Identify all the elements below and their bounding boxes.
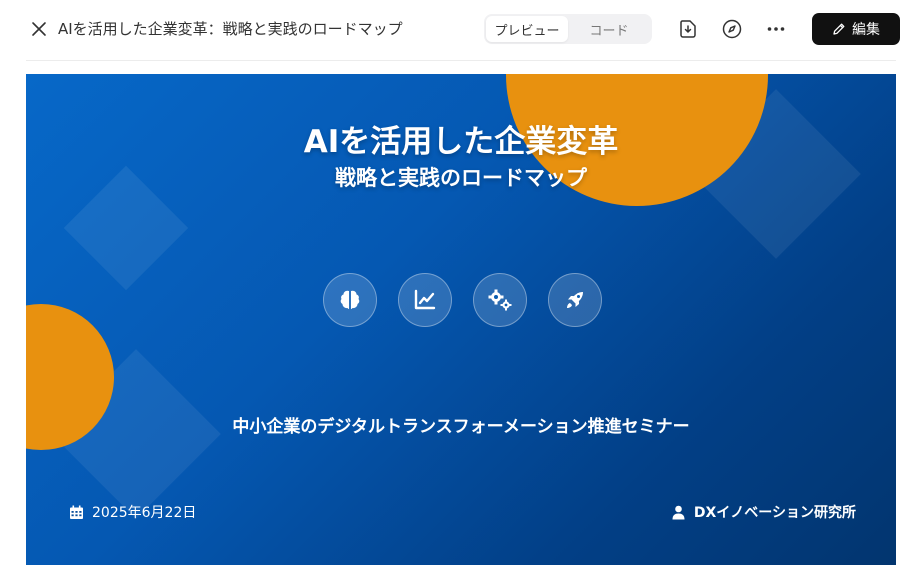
- feature-chart: [398, 273, 452, 327]
- organizer-label: DXイノベーション研究所: [693, 505, 856, 521]
- event-date-label: 2025年6月22日: [92, 505, 197, 521]
- chart-line-icon: [414, 289, 436, 310]
- view-toggle: プレビュー コード: [484, 14, 652, 44]
- download-button[interactable]: [676, 17, 700, 41]
- organizer: DXイノベーション研究所: [671, 502, 856, 522]
- calendar-icon: [70, 505, 83, 519]
- slide-preview: AIを活用した企業変革 戦略と実践のロードマップ 中小企業のデジタルトランスフォ…: [26, 74, 896, 565]
- user-icon: [672, 505, 685, 519]
- tab-code[interactable]: コード: [568, 16, 650, 42]
- brain-icon: [340, 290, 360, 309]
- feature-gears: [473, 273, 527, 327]
- feature-brain: [323, 273, 377, 327]
- compass-icon: [722, 19, 742, 39]
- slide-title: AIを活用した企業変革: [303, 124, 619, 160]
- download-icon: [680, 20, 696, 38]
- edit-button-label: 編集: [852, 22, 880, 38]
- top-bar: AIを活用した企業変革：戦略と実践のロードマップ プレビュー コード 編集: [0, 0, 922, 60]
- event-date: 2025年6月22日: [69, 502, 196, 522]
- pencil-icon: [833, 23, 845, 35]
- slide-subtitle: 戦略と実践のロードマップ: [335, 166, 587, 190]
- feature-rocket: [548, 273, 602, 327]
- gears-icon: [488, 289, 512, 311]
- header-divider: [26, 60, 896, 61]
- more-icon: [767, 27, 785, 31]
- document-title: AIを活用した企業変革：戦略と実践のロードマップ: [58, 20, 403, 38]
- explore-button[interactable]: [720, 17, 744, 41]
- close-icon: [32, 22, 46, 36]
- rocket-icon: [567, 292, 583, 308]
- tab-preview[interactable]: プレビュー: [486, 16, 568, 42]
- seminar-title: 中小企業のデジタルトランスフォーメーション推進セミナー: [232, 417, 690, 437]
- close-button[interactable]: [28, 18, 50, 40]
- more-button[interactable]: [764, 17, 788, 41]
- edit-button[interactable]: 編集: [812, 13, 900, 45]
